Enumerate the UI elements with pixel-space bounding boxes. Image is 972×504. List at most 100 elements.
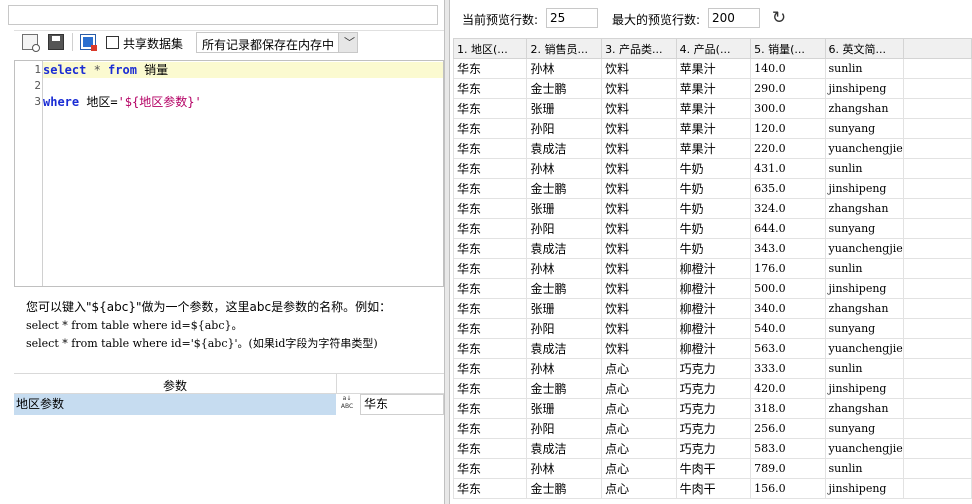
refresh-icon[interactable]: ↻ (770, 8, 788, 28)
column-header[interactable]: 5. 销量(... (750, 38, 826, 59)
table-cell: 420.0 (750, 378, 826, 399)
table-row[interactable]: 华东 孙阳 饮料 柳橙汁 540.0 sunyang (452, 318, 972, 339)
parameter-table: 参数 地区参数 a͏↓ ABC 华东 (14, 373, 444, 504)
dataset-name-input[interactable] (8, 5, 438, 25)
share-dataset-checkbox[interactable] (106, 36, 119, 49)
table-cell: 华东 (452, 298, 528, 319)
save-icon[interactable] (48, 34, 64, 50)
table-cell: 饮料 (601, 218, 677, 239)
line-number: 2 (34, 79, 41, 92)
table-cell: 苹果汁 (675, 78, 752, 99)
preview-controls: 当前预览行数: 25 最大的预览行数: 200 ↻ (450, 0, 972, 37)
table-cell: 张珊 (526, 198, 603, 219)
table-cell: 牛奶 (675, 198, 752, 219)
table-row[interactable]: 华东 孙林 点心 巧克力 333.0 sunlin (452, 358, 972, 379)
table-cell: 饮料 (601, 78, 677, 99)
table-cell-filler (902, 458, 972, 479)
table-cell: 苹果汁 (675, 58, 752, 79)
table-cell: 789.0 (750, 458, 826, 479)
table-cell-filler (902, 278, 972, 299)
preview-icon[interactable] (22, 34, 40, 52)
storage-mode-value: 所有记录都保存在内存中 (202, 38, 335, 52)
max-preview-rows-input[interactable]: 200 (708, 8, 760, 28)
table-row[interactable]: 华东 金士鹏 饮料 柳橙汁 500.0 jinshipeng (452, 278, 972, 299)
table-cell: 饮料 (601, 178, 677, 199)
chevron-down-icon: ﹀ (344, 36, 355, 49)
abc-type-icon[interactable]: a͏↓ ABC (337, 395, 357, 414)
table-cell-filler (902, 258, 972, 279)
table-row[interactable]: 华东 孙林 饮料 苹果汁 140.0 sunlin (452, 58, 972, 79)
sql-condition: 地区= (79, 95, 118, 109)
table-cell: 256.0 (750, 418, 826, 439)
table-cell-filler (902, 398, 972, 419)
table-row[interactable]: 华东 袁成洁 饮料 牛奶 343.0 yuanchengjie (452, 238, 972, 259)
table-row[interactable]: 华东 张珊 饮料 苹果汁 300.0 zhangshan (452, 98, 972, 119)
table-cell: yuanchengjie (824, 138, 904, 159)
table-row[interactable]: 华东 袁成洁 点心 巧克力 583.0 yuanchengjie (452, 438, 972, 459)
column-header[interactable]: 6. 英文简... (824, 38, 904, 59)
storage-mode-select[interactable]: 所有记录都保存在内存中 ﹀ (196, 32, 358, 53)
table-row[interactable]: 华东 孙阳 点心 巧克力 256.0 sunyang (452, 418, 972, 439)
table-cell: 点心 (601, 418, 677, 439)
column-header-filler (902, 38, 972, 59)
table-cell: 牛奶 (675, 178, 752, 199)
table-cell: 金士鹏 (526, 178, 603, 199)
table-cell: 柳橙汁 (675, 338, 752, 359)
table-cell: 饮料 (601, 258, 677, 279)
column-header[interactable]: 3. 产品类... (601, 38, 677, 59)
sql-editor[interactable]: 1 2 3 select * from 销量 where 地区='${地区参数}… (14, 60, 444, 287)
table-cell: 华东 (452, 198, 528, 219)
table-cell: 巧克力 (675, 358, 752, 379)
code-line[interactable]: where 地区='${地区参数}' (43, 94, 443, 110)
table-row[interactable]: 华东 张珊 点心 巧克力 318.0 zhangshan (452, 398, 972, 419)
table-row[interactable]: 华东 孙阳 饮料 苹果汁 120.0 sunyang (452, 118, 972, 139)
storage-mode-dropdown-button[interactable]: ﹀ (338, 33, 357, 52)
table-cell: 饮料 (601, 158, 677, 179)
table-row[interactable]: 华东 袁成洁 饮料 柳橙汁 563.0 yuanchengjie (452, 338, 972, 359)
table-cell: 巧克力 (675, 378, 752, 399)
column-header[interactable]: 1. 地区(... (452, 38, 528, 59)
table-row[interactable]: 华东 孙阳 饮料 牛奶 644.0 sunyang (452, 218, 972, 239)
table-cell: sunlin (824, 458, 904, 479)
table-cell: 343.0 (750, 238, 826, 259)
data-preview-pane: 当前预览行数: 25 最大的预览行数: 200 ↻ 1. 地区(... 2. 销售… (450, 0, 972, 504)
code-line[interactable]: select * from 销量 (43, 62, 443, 78)
table-cell-filler (902, 58, 972, 79)
table-row[interactable]: 华东 金士鹏 点心 巧克力 420.0 jinshipeng (452, 378, 972, 399)
parameter-value-input[interactable]: 华东 (360, 394, 444, 415)
current-preview-rows-input[interactable]: 25 (546, 8, 598, 28)
table-row[interactable]: 华东 袁成洁 饮料 苹果汁 220.0 yuanchengjie (452, 138, 972, 159)
table-cell: zhangshan (824, 398, 904, 419)
table-cell: 644.0 (750, 218, 826, 239)
parameter-name[interactable]: 地区参数 (14, 394, 336, 415)
table-cell: 华东 (452, 218, 528, 239)
table-row[interactable]: 华东 孙林 点心 牛肉干 789.0 sunlin (452, 458, 972, 479)
column-header[interactable]: 2. 销售员... (526, 38, 603, 59)
line-number: 1 (34, 63, 41, 76)
table-cell: 华东 (452, 78, 528, 99)
table-cell: 饮料 (601, 238, 677, 259)
table-row[interactable]: 华东 孙林 饮料 柳橙汁 176.0 sunlin (452, 258, 972, 279)
table-cell: 金士鹏 (526, 478, 603, 499)
table-row[interactable]: 华东 金士鹏 点心 牛肉干 156.0 jinshipeng (452, 478, 972, 499)
parameter-row[interactable]: 地区参数 a͏↓ ABC 华东 (14, 394, 444, 415)
sql-string-literal: '${地区参数}' (117, 95, 202, 109)
hint-example: select * from table where id='${abc}'。(如… (26, 337, 378, 350)
datasource-icon[interactable] (80, 34, 97, 51)
column-header[interactable]: 4. 产品(... (675, 38, 752, 59)
table-cell: 140.0 (750, 58, 826, 79)
table-cell: 柳橙汁 (675, 278, 752, 299)
hint-example: select * from table where id=${abc}。 (26, 319, 243, 332)
table-cell: 635.0 (750, 178, 826, 199)
table-cell: jinshipeng (824, 78, 904, 99)
table-row[interactable]: 华东 张珊 饮料 牛奶 324.0 zhangshan (452, 198, 972, 219)
table-row[interactable]: 华东 金士鹏 饮料 苹果汁 290.0 jinshipeng (452, 78, 972, 99)
table-cell: 华东 (452, 458, 528, 479)
table-row[interactable]: 华东 孙林 饮料 牛奶 431.0 sunlin (452, 158, 972, 179)
table-cell: 金士鹏 (526, 78, 603, 99)
table-cell-filler (902, 418, 972, 439)
sql-table-name: 销量 (136, 63, 169, 77)
table-cell: 张珊 (526, 398, 603, 419)
table-row[interactable]: 华东 张珊 饮料 柳橙汁 340.0 zhangshan (452, 298, 972, 319)
table-row[interactable]: 华东 金士鹏 饮料 牛奶 635.0 jinshipeng (452, 178, 972, 199)
